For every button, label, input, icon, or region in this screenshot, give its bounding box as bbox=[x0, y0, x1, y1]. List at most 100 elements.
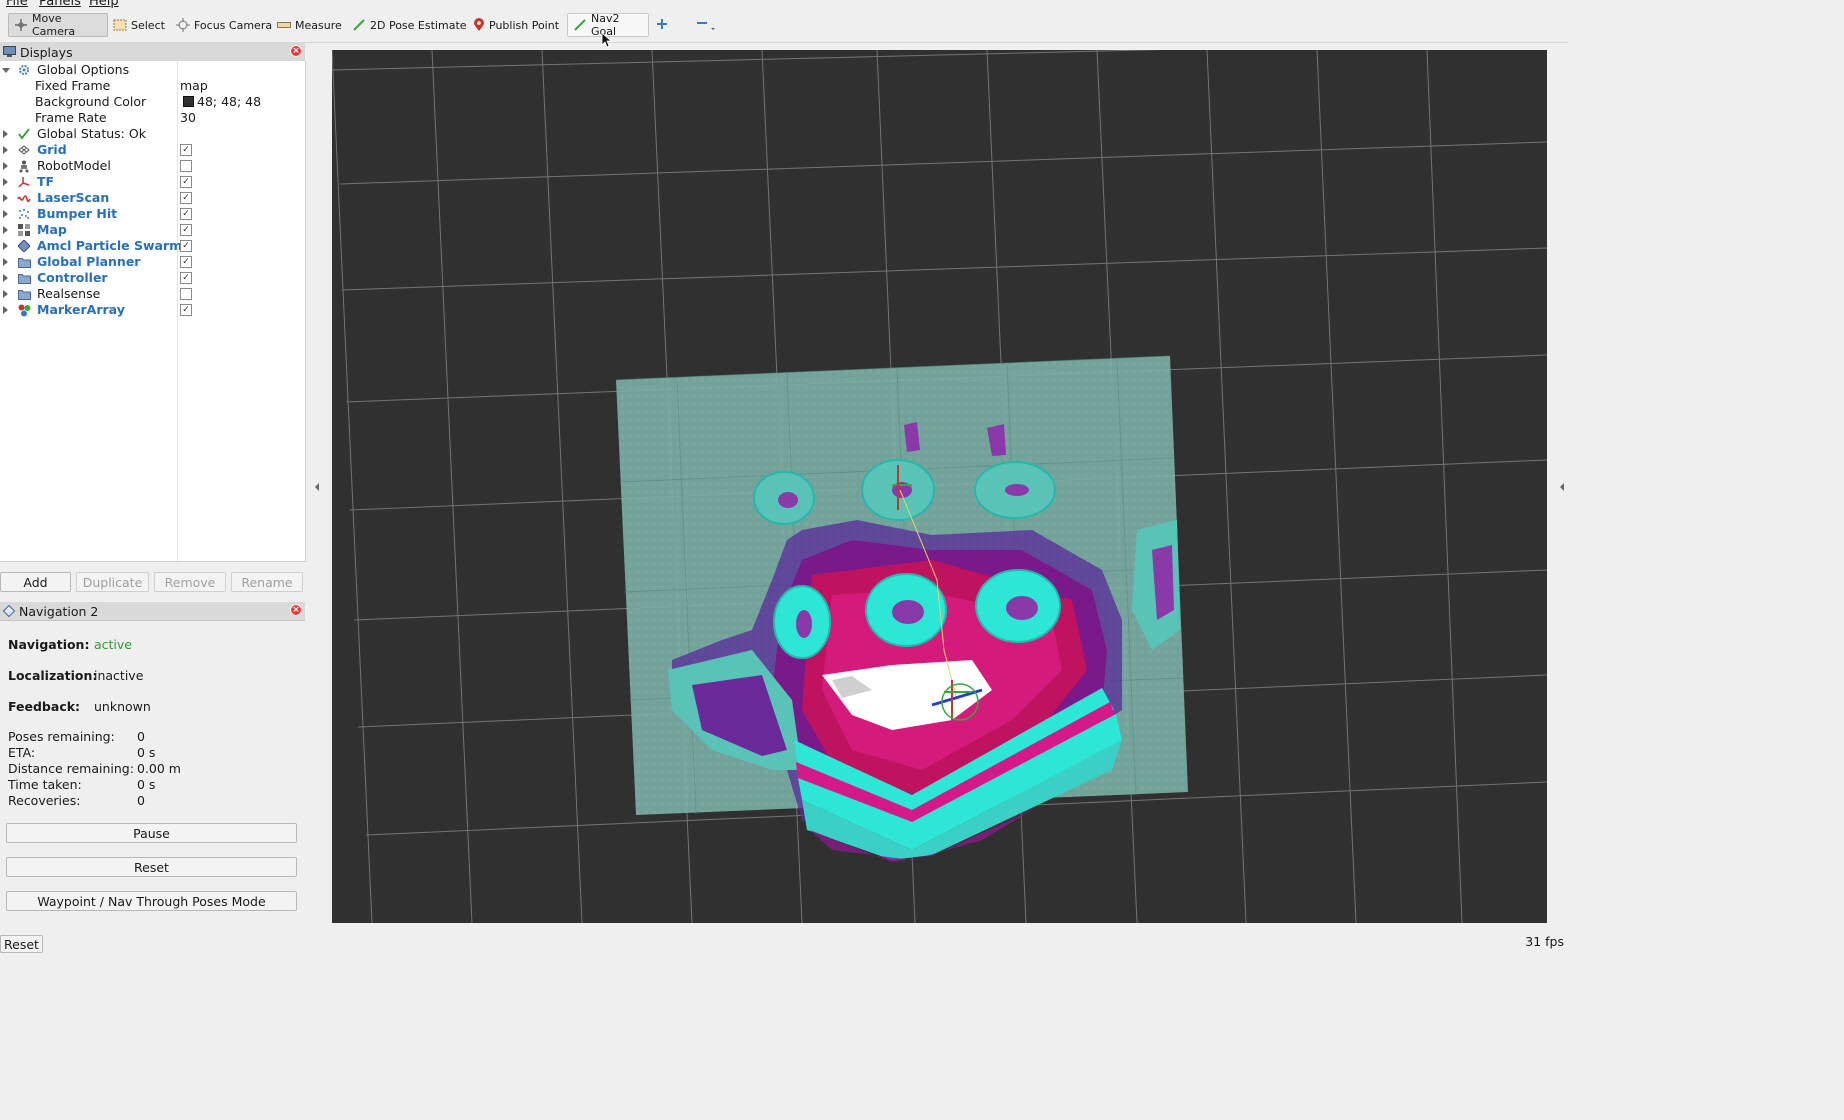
global-options-label: Global Options bbox=[37, 62, 130, 77]
remove-tool-button[interactable] bbox=[691, 13, 721, 37]
fixed-frame-value[interactable]: map bbox=[180, 78, 208, 94]
checkbox-global-planner[interactable]: ✓ bbox=[180, 256, 192, 268]
add-display-button[interactable]: Add bbox=[0, 572, 71, 592]
stat-value-recoveries: 0 bbox=[137, 793, 145, 808]
expand-arrow-icon[interactable] bbox=[3, 258, 8, 266]
checkbox-tf[interactable]: ✓ bbox=[180, 176, 192, 188]
expand-arrow-icon[interactable] bbox=[2, 68, 10, 73]
expand-arrow-icon[interactable] bbox=[3, 178, 8, 186]
close-displays-icon[interactable]: × bbox=[290, 45, 302, 57]
expand-arrow-icon[interactable] bbox=[3, 194, 8, 202]
duplicate-display-button[interactable]: Duplicate bbox=[76, 572, 149, 592]
publish-point-button[interactable]: Publish Point bbox=[468, 13, 564, 37]
stat-label-recoveries: Recoveries: bbox=[8, 793, 81, 808]
tree-row-global-status[interactable]: Global Status: Ok bbox=[0, 126, 305, 142]
frame-rate-value[interactable]: 30 bbox=[180, 110, 196, 126]
add-tool-button[interactable] bbox=[651, 13, 673, 37]
tree-row-background-color[interactable]: Background Color 48; 48; 48 bbox=[0, 94, 305, 110]
pose-arrow-icon bbox=[352, 18, 366, 32]
navigation-status: active bbox=[94, 637, 132, 652]
background-color-swatch[interactable] bbox=[183, 94, 194, 110]
laser-wave-icon bbox=[17, 191, 31, 205]
tree-row-realsense[interactable]: Realsense bbox=[0, 286, 305, 302]
waypoint-mode-button[interactable]: Waypoint / Nav Through Poses Mode bbox=[6, 891, 297, 911]
expand-arrow-icon[interactable] bbox=[3, 226, 8, 234]
nav-diamond-icon bbox=[3, 605, 15, 617]
checkbox-amcl-particle-swarm[interactable]: ✓ bbox=[180, 240, 192, 252]
markers-icon bbox=[17, 303, 31, 317]
localization-label: Localization: bbox=[8, 668, 98, 683]
select-button[interactable]: Select bbox=[108, 13, 170, 37]
tree-row-global-planner[interactable]: Global Planner ✓ bbox=[0, 254, 305, 270]
menu-help[interactable]: Help bbox=[89, 0, 119, 8]
tree-row-frame-rate[interactable]: Frame Rate 30 bbox=[0, 110, 305, 126]
navigation-title: Navigation 2 bbox=[19, 603, 99, 619]
focus-camera-icon bbox=[176, 18, 190, 32]
menu-panels[interactable]: Panels bbox=[39, 0, 81, 8]
tree-row-amcl-particle-swarm[interactable]: Amcl Particle Swarm ✓ bbox=[0, 238, 305, 254]
close-navigation-icon[interactable]: × bbox=[290, 604, 302, 616]
displays-panel-header: Displays × bbox=[0, 43, 305, 62]
display-label-realsense: Realsense bbox=[37, 286, 101, 301]
move-camera-icon bbox=[14, 18, 28, 32]
rename-display-button[interactable]: Rename bbox=[231, 572, 303, 592]
navigation-panel: Navigation: active Localization: inactiv… bbox=[0, 620, 305, 930]
navigation-label: Navigation: bbox=[8, 637, 90, 652]
stat-label-eta: ETA: bbox=[8, 745, 36, 760]
expand-arrow-icon[interactable] bbox=[3, 210, 8, 218]
nav-reset-button[interactable]: Reset bbox=[6, 857, 297, 877]
render-view[interactable] bbox=[331, 39, 1548, 924]
tree-row-laserscan[interactable]: LaserScan ✓ bbox=[0, 190, 305, 206]
focus-camera-button[interactable]: Focus Camera bbox=[171, 13, 277, 37]
checkbox-laserscan[interactable]: ✓ bbox=[180, 192, 192, 204]
pose-array-icon bbox=[17, 239, 31, 253]
goal-arrow-icon bbox=[573, 18, 587, 32]
checkbox-grid[interactable]: ✓ bbox=[180, 144, 192, 156]
checkbox-realsense[interactable] bbox=[180, 288, 192, 300]
navigation-panel-header: Navigation 2 × bbox=[0, 602, 305, 621]
expand-arrow-icon[interactable] bbox=[3, 242, 8, 250]
expand-arrow-icon[interactable] bbox=[3, 290, 8, 298]
tree-row-grid[interactable]: Grid ✓ bbox=[0, 142, 305, 158]
expand-arrow-icon[interactable] bbox=[3, 306, 8, 314]
feedback-label: Feedback: bbox=[8, 699, 81, 714]
expand-arrow-icon[interactable] bbox=[3, 162, 8, 170]
tree-row-markerarray[interactable]: MarkerArray ✓ bbox=[0, 302, 305, 318]
collapse-left-arrow-icon[interactable] bbox=[315, 483, 319, 491]
expand-arrow-icon[interactable] bbox=[3, 146, 8, 154]
background-color-value[interactable]: 48; 48; 48 bbox=[197, 94, 261, 110]
remove-display-button[interactable]: Remove bbox=[154, 572, 226, 592]
stat-label-distance-remaining: Distance remaining: bbox=[8, 761, 134, 776]
stat-value-distance-remaining: 0.00 m bbox=[137, 761, 181, 776]
checkbox-map[interactable]: ✓ bbox=[180, 224, 192, 236]
menu-bar: File Panels Help bbox=[0, 0, 1568, 8]
stat-label-poses-remaining: Poses remaining: bbox=[8, 729, 115, 744]
robot-icon bbox=[17, 159, 31, 173]
global-status-label: Global Status: Ok bbox=[37, 126, 146, 141]
tree-row-bumper-hit[interactable]: Bumper Hit ✓ bbox=[0, 206, 305, 222]
tree-row-controller[interactable]: Controller ✓ bbox=[0, 270, 305, 286]
checkbox-bumper-hit[interactable]: ✓ bbox=[180, 208, 192, 220]
pause-button[interactable]: Pause bbox=[6, 823, 297, 843]
focus-camera-label: Focus Camera bbox=[194, 18, 273, 32]
expand-arrow-icon[interactable] bbox=[3, 274, 8, 282]
gear-icon bbox=[17, 63, 31, 77]
measure-button[interactable]: Measure bbox=[272, 13, 347, 37]
tree-row-map[interactable]: Map ✓ bbox=[0, 222, 305, 238]
move-camera-button[interactable]: Move Camera bbox=[8, 12, 108, 38]
expand-arrow-icon[interactable] bbox=[3, 130, 8, 138]
tree-row-global-options[interactable]: Global Options bbox=[0, 62, 305, 78]
checkbox-controller[interactable]: ✓ bbox=[180, 272, 192, 284]
stat-value-time-taken: 0 s bbox=[137, 777, 156, 792]
tree-row-tf[interactable]: TF ✓ bbox=[0, 174, 305, 190]
status-reset-button[interactable]: Reset bbox=[0, 935, 43, 953]
point-cloud-icon bbox=[17, 207, 31, 221]
collapse-right-arrow-icon[interactable] bbox=[1560, 483, 1564, 491]
menu-file[interactable]: File bbox=[6, 0, 28, 8]
pose-estimate-button[interactable]: 2D Pose Estimate bbox=[347, 13, 472, 37]
checkbox-robotmodel[interactable] bbox=[180, 160, 192, 172]
tree-row-fixed-frame[interactable]: Fixed Frame map bbox=[0, 78, 305, 94]
background-color-label: Background Color bbox=[35, 94, 147, 109]
tree-row-robotmodel[interactable]: RobotModel bbox=[0, 158, 305, 174]
checkbox-markerarray[interactable]: ✓ bbox=[180, 304, 192, 316]
